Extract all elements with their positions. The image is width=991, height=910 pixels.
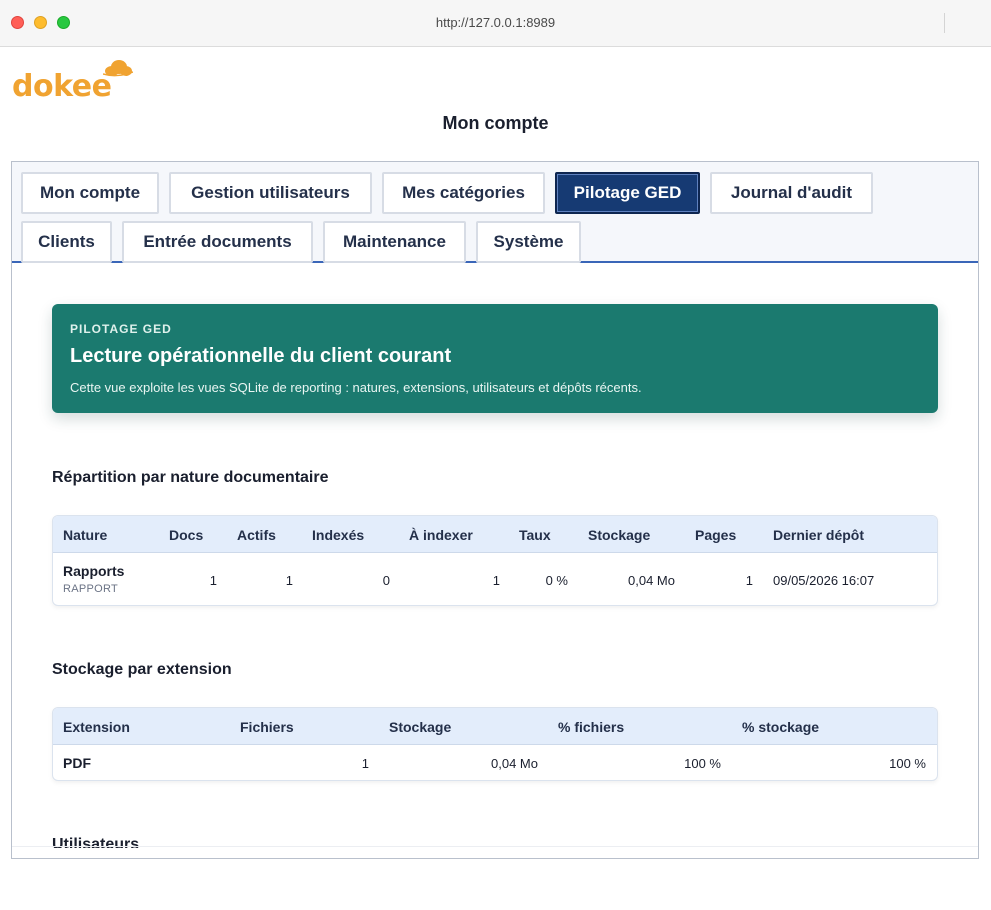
cell-docs: 1	[209, 573, 217, 588]
column-header[interactable]: Indexés	[312, 527, 364, 543]
tab-mon-compte[interactable]: Mon compte	[21, 172, 159, 214]
extensions-table: Extension Fichiers Stockage % fichiers %…	[52, 707, 938, 781]
tab-content: PILOTAGE GED Lecture opérationnelle du c…	[12, 263, 978, 848]
cell-dernier-depot: 09/05/2026 16:07	[773, 573, 875, 588]
column-header[interactable]: Extension	[63, 719, 130, 735]
page-title: Mon compte	[442, 113, 549, 133]
cell-indexes: 0	[382, 573, 390, 588]
tab-clients[interactable]: Clients	[21, 221, 112, 263]
column-header[interactable]: Taux	[519, 527, 551, 543]
browser-titlebar: http://127.0.0.1:8989	[0, 0, 991, 47]
cell-actifs: 1	[285, 573, 293, 588]
column-header[interactable]: Actifs	[237, 527, 276, 543]
address-bar[interactable]: http://127.0.0.1:8989	[0, 15, 991, 30]
logo-text: dokee	[12, 69, 112, 104]
cell-pages: 1	[745, 573, 753, 588]
cell-taux: 0 %	[545, 573, 568, 588]
natures-table-header: Nature Docs Actifs Indexés À indexer Tau…	[53, 516, 937, 553]
column-header[interactable]: Pages	[695, 527, 736, 543]
cell-fichiers: 1	[361, 756, 369, 771]
admin-panel: Mon compte Gestion utilisateurs Mes caté…	[11, 161, 979, 859]
content-divider	[12, 846, 978, 847]
column-header[interactable]: À indexer	[409, 527, 473, 543]
extensions-section-title: Stockage par extension	[52, 661, 232, 678]
nature-name: Rapports	[63, 563, 125, 579]
cell-stockage: 0,04 Mo	[491, 756, 538, 771]
banner-description: Cette vue exploite les vues SQLite de re…	[70, 380, 642, 395]
tab-maintenance[interactable]: Maintenance	[323, 221, 466, 263]
column-header[interactable]: Nature	[63, 527, 107, 543]
column-header[interactable]: Dernier dépôt	[773, 527, 864, 543]
cloud-icon	[103, 60, 133, 77]
banner-title: Lecture opérationnelle du client courant	[70, 345, 452, 367]
column-header[interactable]: % stockage	[742, 719, 819, 735]
tab-systeme[interactable]: Système	[476, 221, 581, 263]
tab-pilotage-ged[interactable]: Pilotage GED	[555, 172, 700, 214]
cell-pct-fichiers: 100 %	[684, 756, 721, 771]
dokee-logo[interactable]: dokee	[12, 57, 137, 104]
tab-mes-categories[interactable]: Mes catégories	[382, 172, 545, 214]
tab-entree-documents[interactable]: Entrée documents	[122, 221, 313, 263]
pilotage-banner: PILOTAGE GED Lecture opérationnelle du c…	[52, 304, 938, 413]
cell-pct-stockage: 100 %	[889, 756, 926, 771]
cell-a-indexer: 1	[492, 573, 500, 588]
extensions-table-header: Extension Fichiers Stockage % fichiers %…	[53, 708, 937, 745]
natures-section-title: Répartition par nature documentaire	[52, 469, 329, 486]
tab-gestion-utilisateurs[interactable]: Gestion utilisateurs	[169, 172, 372, 214]
natures-table: Nature Docs Actifs Indexés À indexer Tau…	[52, 515, 938, 606]
tab-journal-audit[interactable]: Journal d'audit	[710, 172, 873, 214]
column-header[interactable]: Docs	[169, 527, 203, 543]
toolbar-divider	[944, 13, 945, 33]
banner-eyebrow: PILOTAGE GED	[70, 322, 172, 336]
column-header[interactable]: Stockage	[588, 527, 650, 543]
cell-stockage: 0,04 Mo	[628, 573, 675, 588]
column-header[interactable]: Stockage	[389, 719, 451, 735]
tab-bar: Mon compte Gestion utilisateurs Mes caté…	[12, 162, 978, 263]
nature-code: RAPPORT	[63, 583, 119, 595]
extension-name: PDF	[63, 755, 91, 771]
column-header[interactable]: % fichiers	[558, 719, 624, 735]
column-header[interactable]: Fichiers	[240, 719, 294, 735]
